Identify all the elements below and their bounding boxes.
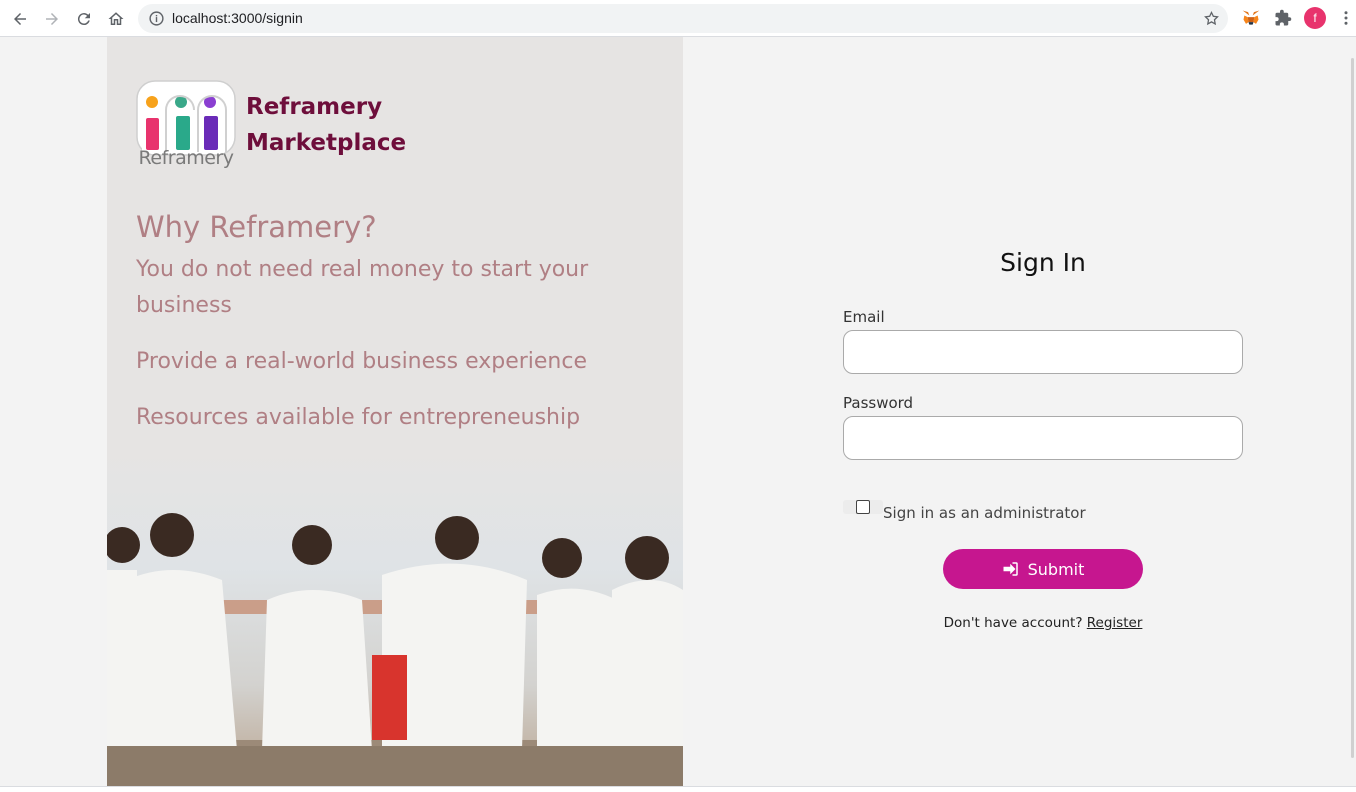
submit-label: Submit <box>1027 559 1085 579</box>
forward-button[interactable] <box>39 6 65 32</box>
brand-name-line2: Marketplace <box>246 130 407 156</box>
browser-toolbar: localhost:3000/signin f <box>0 0 1356 37</box>
password-field[interactable] <box>843 416 1243 460</box>
browser-menu-button[interactable] <box>1337 7 1355 29</box>
arrow-right-icon <box>46 13 58 25</box>
sign-in-icon <box>1003 562 1018 576</box>
reason-item: Resources available for entrepreneuship <box>136 405 581 430</box>
email-label: Email <box>843 308 885 326</box>
brand-name-line1: Reframery <box>246 94 383 120</box>
metamask-extension-button[interactable] <box>1240 7 1262 29</box>
scrollbar-thumb[interactable] <box>1351 58 1354 758</box>
register-prompt: Don't have account? <box>943 615 1083 631</box>
profile-avatar[interactable]: f <box>1304 7 1326 29</box>
fox-icon <box>1242 10 1260 25</box>
brand-title: Reframery Marketplace <box>246 89 406 161</box>
bookmark-star-icon[interactable] <box>1203 10 1220 27</box>
address-bar[interactable]: localhost:3000/signin <box>138 4 1228 33</box>
register-link[interactable]: Register <box>1087 615 1143 631</box>
signin-title: Sign In <box>1000 248 1086 277</box>
group-photo <box>107 450 683 786</box>
submit-button[interactable]: Submit <box>943 549 1143 589</box>
puzzle-piece-icon <box>1275 9 1292 26</box>
bottom-border <box>0 786 1356 792</box>
logo-wordmark: Reframery <box>138 147 234 169</box>
home-button[interactable] <box>103 6 129 32</box>
extensions-button[interactable] <box>1272 7 1294 29</box>
home-icon <box>108 12 124 25</box>
register-row: Don't have account? Register <box>843 615 1243 631</box>
back-button[interactable] <box>7 6 33 32</box>
checkbox-box[interactable] <box>856 500 870 514</box>
reload-icon <box>77 13 90 26</box>
password-label: Password <box>843 394 914 412</box>
promo-panel: Reframery Reframery Marketplace Why Refr… <box>107 37 683 786</box>
vertical-dots-icon <box>1344 11 1348 25</box>
reload-button[interactable] <box>71 6 97 32</box>
reasons-list: You do not need real money to start your… <box>136 252 616 456</box>
signin-form: Sign In Email Password Sign in as an adm… <box>843 240 1243 631</box>
info-icon[interactable] <box>148 10 165 27</box>
why-heading: Why Reframery? <box>136 210 377 244</box>
admin-checkbox-label[interactable]: Sign in as an administrator <box>883 504 1086 522</box>
url-text[interactable]: localhost:3000/signin <box>172 10 303 26</box>
admin-checkbox[interactable] <box>843 500 883 514</box>
arrow-left-icon <box>14 13 26 25</box>
reason-item: Provide a real-world business experience <box>136 349 588 374</box>
admin-checkbox-row: Sign in as an administrator <box>843 500 1243 528</box>
reason-item: You do not need real money to start your… <box>136 257 589 318</box>
email-field[interactable] <box>843 330 1243 374</box>
